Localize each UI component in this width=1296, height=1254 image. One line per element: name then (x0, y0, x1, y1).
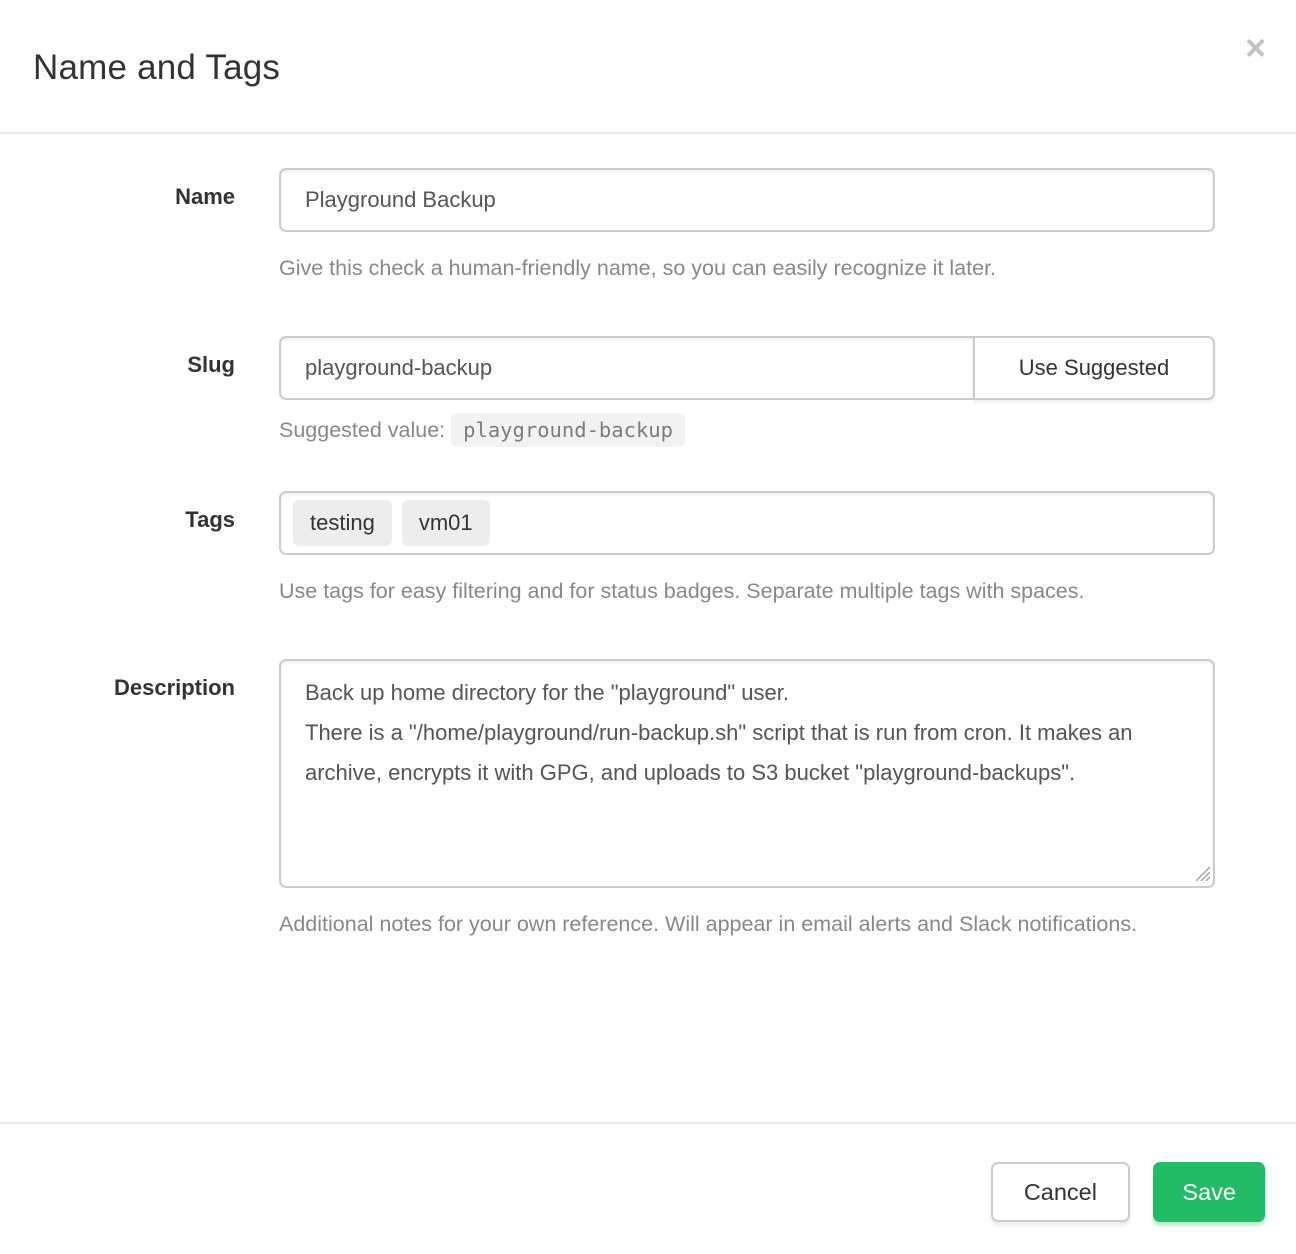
slug-input[interactable] (279, 336, 975, 400)
tags-form-group: Tags testing vm01 Use tags for easy filt… (0, 491, 1296, 611)
save-button[interactable]: Save (1153, 1162, 1265, 1222)
description-textarea[interactable]: Back up home directory for the "playgrou… (279, 659, 1215, 888)
modal-title: Name and Tags (33, 48, 1263, 88)
use-suggested-button[interactable]: Use Suggested (973, 336, 1215, 400)
suggested-value-prefix: Suggested value: (279, 418, 445, 442)
slug-form-group: Slug Use Suggested Suggested value:playg… (0, 336, 1296, 443)
slug-input-group: Use Suggested (279, 336, 1215, 400)
tags-label: Tags (185, 507, 235, 532)
modal-body: Name Give this check a human-friendly na… (0, 134, 1296, 1122)
modal-footer: Cancel Save (0, 1122, 1296, 1254)
modal-header: Name and Tags × (0, 0, 1296, 134)
name-and-tags-modal: Name and Tags × Name Give this check a h… (0, 0, 1296, 1254)
cancel-button[interactable]: Cancel (991, 1162, 1130, 1222)
tags-input[interactable]: testing vm01 (279, 491, 1215, 555)
tags-help-text: Use tags for easy filtering and for stat… (279, 571, 1215, 611)
suggested-value-line: Suggested value:playground-backup (279, 418, 1215, 443)
slug-label: Slug (187, 352, 235, 377)
name-label: Name (175, 184, 235, 209)
description-help-text: Additional notes for your own reference.… (279, 904, 1215, 944)
description-form-group: Description Back up home directory for t… (0, 659, 1296, 944)
description-label: Description (114, 675, 235, 700)
name-form-group: Name Give this check a human-friendly na… (0, 168, 1296, 288)
name-help-text: Give this check a human-friendly name, s… (279, 248, 1215, 288)
close-icon[interactable]: × (1245, 30, 1266, 66)
tag-chip[interactable]: vm01 (402, 500, 490, 546)
name-input[interactable] (279, 168, 1215, 232)
suggested-value-code: playground-backup (451, 413, 685, 447)
tag-chip[interactable]: testing (293, 500, 392, 546)
